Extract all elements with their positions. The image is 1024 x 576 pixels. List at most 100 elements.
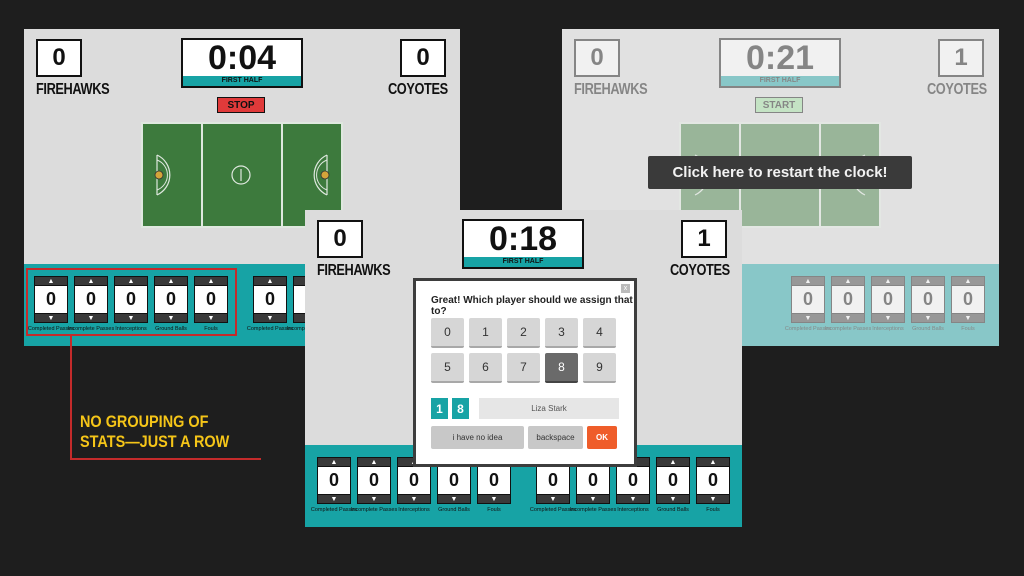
decrement-arrow-icon[interactable]: ▼: [616, 494, 650, 504]
increment-arrow-icon[interactable]: ▲: [911, 276, 945, 286]
stat-label: Fouls: [706, 507, 720, 513]
entered-digit: 1: [431, 398, 448, 419]
stat-value: 0: [696, 467, 730, 494]
clock-period: FIRST HALF: [181, 76, 303, 88]
decrement-arrow-icon[interactable]: ▼: [696, 494, 730, 504]
increment-arrow-icon[interactable]: ▲: [357, 457, 391, 467]
home-team-name: FIREHAWKS: [574, 81, 648, 98]
clock-time: 0:18: [462, 219, 584, 258]
restart-clock-tooltip[interactable]: Click here to restart the clock!: [648, 156, 912, 189]
close-icon[interactable]: x: [621, 284, 630, 293]
stat-incomplete-passes: ▲ 0 ▼ Incomplete Passes: [351, 457, 397, 513]
assign-player-dialog: x Great! Which player should we assign t…: [413, 278, 637, 467]
away-score: 1: [938, 39, 984, 77]
key-9[interactable]: 9: [583, 353, 616, 383]
key-0[interactable]: 0: [431, 318, 464, 348]
decrement-arrow-icon[interactable]: ▼: [871, 313, 905, 323]
stat-away-incomplete-passes: ▲ 0 ▼ Incomplete Passes: [825, 276, 871, 332]
decrement-arrow-icon[interactable]: ▼: [477, 494, 511, 504]
backspace-button[interactable]: backspace: [528, 426, 583, 449]
decrement-arrow-icon[interactable]: ▼: [911, 313, 945, 323]
key-2[interactable]: 2: [507, 318, 540, 348]
game-clock[interactable]: 0:04 FIRST HALF: [181, 38, 303, 88]
game-clock[interactable]: 0:21 FIRST HALF: [719, 38, 841, 88]
decrement-arrow-icon[interactable]: ▼: [576, 494, 610, 504]
decrement-arrow-icon[interactable]: ▼: [536, 494, 570, 504]
annotation-highlight-box: [26, 268, 237, 336]
key-5[interactable]: 5: [431, 353, 464, 383]
home-score: 0: [317, 220, 363, 258]
increment-arrow-icon[interactable]: ▲: [656, 457, 690, 467]
key-6[interactable]: 6: [469, 353, 502, 383]
stat-completed-passes: ▲ 0 ▼ Completed Passes: [311, 457, 357, 513]
stat-away-ground-balls: ▲ 0 ▼ Ground Balls: [656, 457, 690, 513]
stat-value: 0: [357, 467, 391, 494]
stat-away-ground-balls: ▲ 0 ▼ Ground Balls: [911, 276, 945, 332]
annotation-connector: [70, 336, 72, 460]
annotation-caption: NO GROUPING OF STATS—JUST A ROW: [80, 412, 229, 452]
stat-away-completed-passes: ▲ 0 ▼ Completed Passes: [247, 276, 293, 332]
home-score: 0: [574, 39, 620, 77]
ok-button[interactable]: OK: [587, 426, 617, 449]
increment-arrow-icon[interactable]: ▲: [317, 457, 351, 467]
key-3[interactable]: 3: [545, 318, 578, 348]
no-idea-button[interactable]: i have no idea: [431, 426, 524, 449]
decrement-arrow-icon[interactable]: ▼: [791, 313, 825, 323]
clock-time: 0:21: [719, 38, 841, 77]
stat-label: Fouls: [961, 326, 975, 332]
increment-arrow-icon[interactable]: ▲: [696, 457, 730, 467]
stat-value: 0: [871, 286, 905, 313]
home-score: 0: [36, 39, 82, 77]
stat-value: 0: [437, 467, 471, 494]
home-team-name: FIREHAWKS: [317, 262, 391, 279]
key-8[interactable]: 8: [545, 353, 578, 383]
stat-away-completed-passes: ▲ 0 ▼ Completed Passes: [785, 276, 831, 332]
increment-arrow-icon[interactable]: ▲: [791, 276, 825, 286]
player-name-display: Liza Stark: [479, 398, 619, 419]
home-team-name: FIREHAWKS: [36, 81, 110, 98]
increment-arrow-icon[interactable]: ▲: [951, 276, 985, 286]
stat-value: 0: [656, 467, 690, 494]
dialog-title: Great! Which player should we assign tha…: [431, 295, 633, 317]
start-button[interactable]: START: [755, 97, 803, 113]
stat-value: 0: [576, 467, 610, 494]
decrement-arrow-icon[interactable]: ▼: [357, 494, 391, 504]
annotation-line-2: STATS—JUST A ROW: [80, 432, 230, 451]
increment-arrow-icon[interactable]: ▲: [871, 276, 905, 286]
decrement-arrow-icon[interactable]: ▼: [831, 313, 865, 323]
key-1[interactable]: 1: [469, 318, 502, 348]
stat-away-fouls: ▲ 0 ▼ Fouls: [951, 276, 985, 332]
decrement-arrow-icon[interactable]: ▼: [437, 494, 471, 504]
stat-away-fouls: ▲ 0 ▼ Fouls: [696, 457, 730, 513]
annotation-line-1: NO GROUPING OF: [80, 412, 209, 431]
key-4[interactable]: 4: [583, 318, 616, 348]
stat-value: 0: [831, 286, 865, 313]
stat-value: 0: [317, 467, 351, 494]
entered-digit: 8: [452, 398, 469, 419]
stat-value: 0: [477, 467, 511, 494]
stat-label: Fouls: [487, 507, 501, 513]
stat-value: 0: [791, 286, 825, 313]
game-clock[interactable]: 0:18 FIRST HALF: [462, 219, 584, 269]
clock-period: FIRST HALF: [462, 257, 584, 269]
away-score: 0: [400, 39, 446, 77]
stop-button[interactable]: STOP: [217, 97, 265, 113]
clock-time: 0:04: [181, 38, 303, 77]
stat-value: 0: [616, 467, 650, 494]
stat-away-interceptions: ▲ 0 ▼ Interceptions: [871, 276, 905, 332]
stat-value: 0: [253, 286, 287, 313]
stat-value: 0: [911, 286, 945, 313]
away-team-name: COYOTES: [388, 81, 448, 98]
increment-arrow-icon[interactable]: ▲: [831, 276, 865, 286]
key-7[interactable]: 7: [507, 353, 540, 383]
stat-value: 0: [397, 467, 431, 494]
decrement-arrow-icon[interactable]: ▼: [951, 313, 985, 323]
decrement-arrow-icon[interactable]: ▼: [656, 494, 690, 504]
increment-arrow-icon[interactable]: ▲: [253, 276, 287, 286]
decrement-arrow-icon[interactable]: ▼: [397, 494, 431, 504]
annotation-underline: [70, 458, 261, 460]
decrement-arrow-icon[interactable]: ▼: [253, 313, 287, 323]
away-team-name: COYOTES: [927, 81, 987, 98]
stat-value: 0: [536, 467, 570, 494]
decrement-arrow-icon[interactable]: ▼: [317, 494, 351, 504]
